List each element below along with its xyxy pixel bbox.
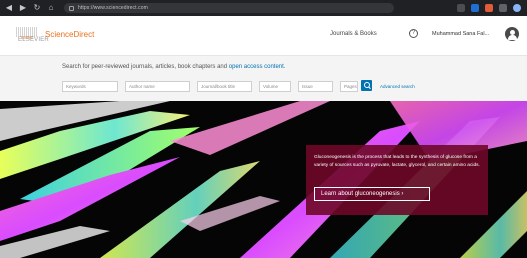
lock-icon [69, 5, 74, 11]
help-icon[interactable]: ? [409, 29, 418, 38]
pages-input[interactable]: Pages [340, 81, 358, 92]
browser-toolbar: ◀ ▶ ↻ ⌂ https://www.sciencedirect.com [0, 0, 527, 16]
advanced-search-link[interactable]: Advanced search [380, 84, 415, 89]
extension-icon[interactable] [471, 4, 479, 12]
issue-input[interactable]: Issue [298, 81, 333, 92]
reload-icon[interactable]: ↻ [32, 3, 42, 13]
journals-books-link[interactable]: Journals & Books [330, 31, 377, 37]
brand-name[interactable]: ScienceDirect [45, 30, 94, 39]
profile-icon[interactable] [513, 4, 521, 12]
address-bar[interactable]: https://www.sciencedirect.com [64, 3, 394, 13]
extension-icon[interactable] [499, 4, 507, 12]
search-panel: Search for peer-reviewed journals, artic… [0, 56, 527, 101]
search-prompt: Search for peer-reviewed journals, artic… [62, 64, 286, 70]
site-header: ELSEVIER ScienceDirect Journals & Books … [0, 16, 527, 56]
forward-icon[interactable]: ▶ [18, 3, 28, 13]
hero-caption-panel: Gluconeogenesis is the process that lead… [306, 145, 488, 215]
learn-more-button[interactable]: Learn about gluconeogenesis › [314, 187, 430, 201]
volume-input[interactable]: Volume [259, 81, 291, 92]
search-button[interactable] [361, 80, 372, 91]
extension-icon[interactable] [485, 4, 493, 12]
elsevier-logo[interactable]: ELSEVIER [16, 27, 49, 45]
hero-caption: Gluconeogenesis is the process that lead… [314, 155, 480, 168]
author-input[interactable]: Author name [125, 81, 190, 92]
url-text: https://www.sciencedirect.com [78, 5, 148, 11]
keywords-input[interactable]: Keywords [62, 81, 118, 92]
avatar-icon[interactable] [505, 27, 519, 41]
open-access-link[interactable]: open access content. [229, 64, 286, 70]
journal-title-input[interactable]: Journal/book title [197, 81, 252, 92]
home-icon[interactable]: ⌂ [46, 3, 56, 13]
hero-banner: Gluconeogenesis is the process that lead… [0, 101, 527, 258]
extension-icon[interactable] [457, 4, 465, 12]
user-name[interactable]: Muhammad Sana Fal... [432, 31, 489, 37]
chevron-right-icon: › [401, 191, 404, 197]
back-icon[interactable]: ◀ [4, 3, 14, 13]
